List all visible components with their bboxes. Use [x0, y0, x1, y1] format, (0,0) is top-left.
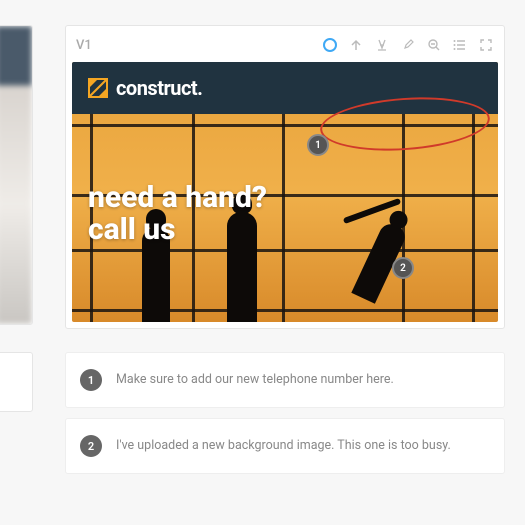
fullscreen-icon[interactable] [478, 37, 494, 53]
hero-line-1: need a hand? [88, 182, 267, 214]
design-preview[interactable]: construct. 1 2 need a hand? call us [72, 62, 498, 322]
logo-mark-icon [88, 78, 108, 98]
zoom-out-icon[interactable] [426, 37, 442, 53]
list-icon[interactable] [452, 37, 468, 53]
annotation-marker-2[interactable]: 2 [392, 257, 414, 279]
comment-badge: 2 [80, 435, 102, 457]
comment-text: Make sure to add our new telephone numbe… [116, 371, 394, 389]
hero-line-2: call us [88, 214, 267, 246]
arrow-up-icon[interactable] [348, 37, 364, 53]
comment-badge: 1 [80, 369, 102, 391]
circle-tool-icon[interactable] [322, 37, 338, 53]
annotation-marker-1[interactable]: 1 [307, 134, 329, 156]
text-underline-icon[interactable] [374, 37, 390, 53]
adjacent-card-preview [0, 25, 33, 325]
comment-text: I've uploaded a new background image. Th… [116, 437, 451, 455]
comments-list: 1 Make sure to add our new telephone num… [65, 352, 505, 484]
version-card: V1 [65, 25, 505, 329]
card-header: V1 [72, 32, 498, 62]
version-label: V1 [76, 38, 92, 53]
comment-item[interactable]: 1 Make sure to add our new telephone num… [65, 352, 505, 408]
adjacent-card-image [0, 26, 32, 324]
adjacent-comment-card [0, 352, 33, 412]
hero-text: need a hand? call us [88, 182, 267, 245]
annotation-toolbar [322, 37, 494, 53]
eyedropper-icon[interactable] [400, 37, 416, 53]
brand-name: construct. [116, 76, 202, 100]
comment-item[interactable]: 2 I've uploaded a new background image. … [65, 418, 505, 474]
brand-logo: construct. [88, 76, 202, 100]
